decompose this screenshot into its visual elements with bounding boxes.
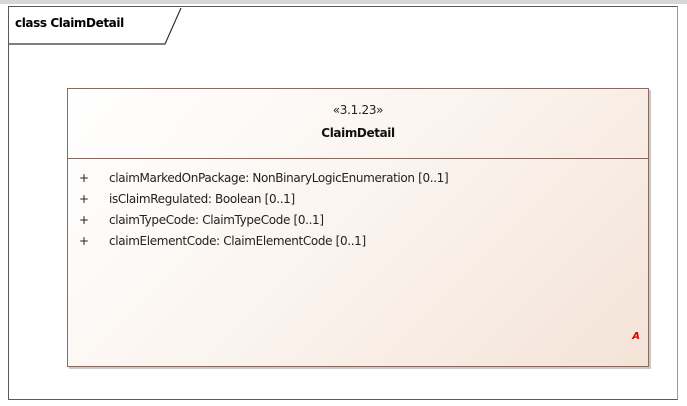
diagram-frame-tab: class ClaimDetail xyxy=(9,7,185,45)
attribute-text: claimMarkedOnPackage: NonBinaryLogicEnum… xyxy=(109,171,449,185)
attribute-visibility: + xyxy=(79,192,89,206)
diagram-frame: class ClaimDetail «3.1.23» ClaimDetail +… xyxy=(8,6,678,400)
attribute-visibility: + xyxy=(79,213,89,227)
class-claim-detail[interactable]: «3.1.23» ClaimDetail + claimMarkedOnPack… xyxy=(67,88,649,367)
attribute-list: + claimMarkedOnPackage: NonBinaryLogicEn… xyxy=(68,171,648,255)
attribute-visibility: + xyxy=(79,234,89,248)
class-header: «3.1.23» ClaimDetail xyxy=(68,89,648,159)
attribute-row[interactable]: + claimElementCode: ClaimElementCode [0.… xyxy=(68,234,648,255)
class-stereotype: «3.1.23» xyxy=(332,103,384,117)
attribute-row[interactable]: + isClaimRegulated: Boolean [0..1] xyxy=(68,192,648,213)
attribute-row[interactable]: + claimTypeCode: ClaimTypeCode [0..1] xyxy=(68,213,648,234)
attribute-text: claimTypeCode: ClaimTypeCode [0..1] xyxy=(109,213,324,227)
diagram-title: class ClaimDetail xyxy=(15,16,124,30)
attribute-text: isClaimRegulated: Boolean [0..1] xyxy=(109,192,295,206)
attribute-visibility: + xyxy=(79,171,89,185)
window-top-strip xyxy=(0,0,687,4)
attribute-text: claimElementCode: ClaimElementCode [0..1… xyxy=(109,234,366,248)
class-marker: A xyxy=(632,331,640,342)
attribute-row[interactable]: + claimMarkedOnPackage: NonBinaryLogicEn… xyxy=(68,171,648,192)
class-name: ClaimDetail xyxy=(321,126,395,140)
